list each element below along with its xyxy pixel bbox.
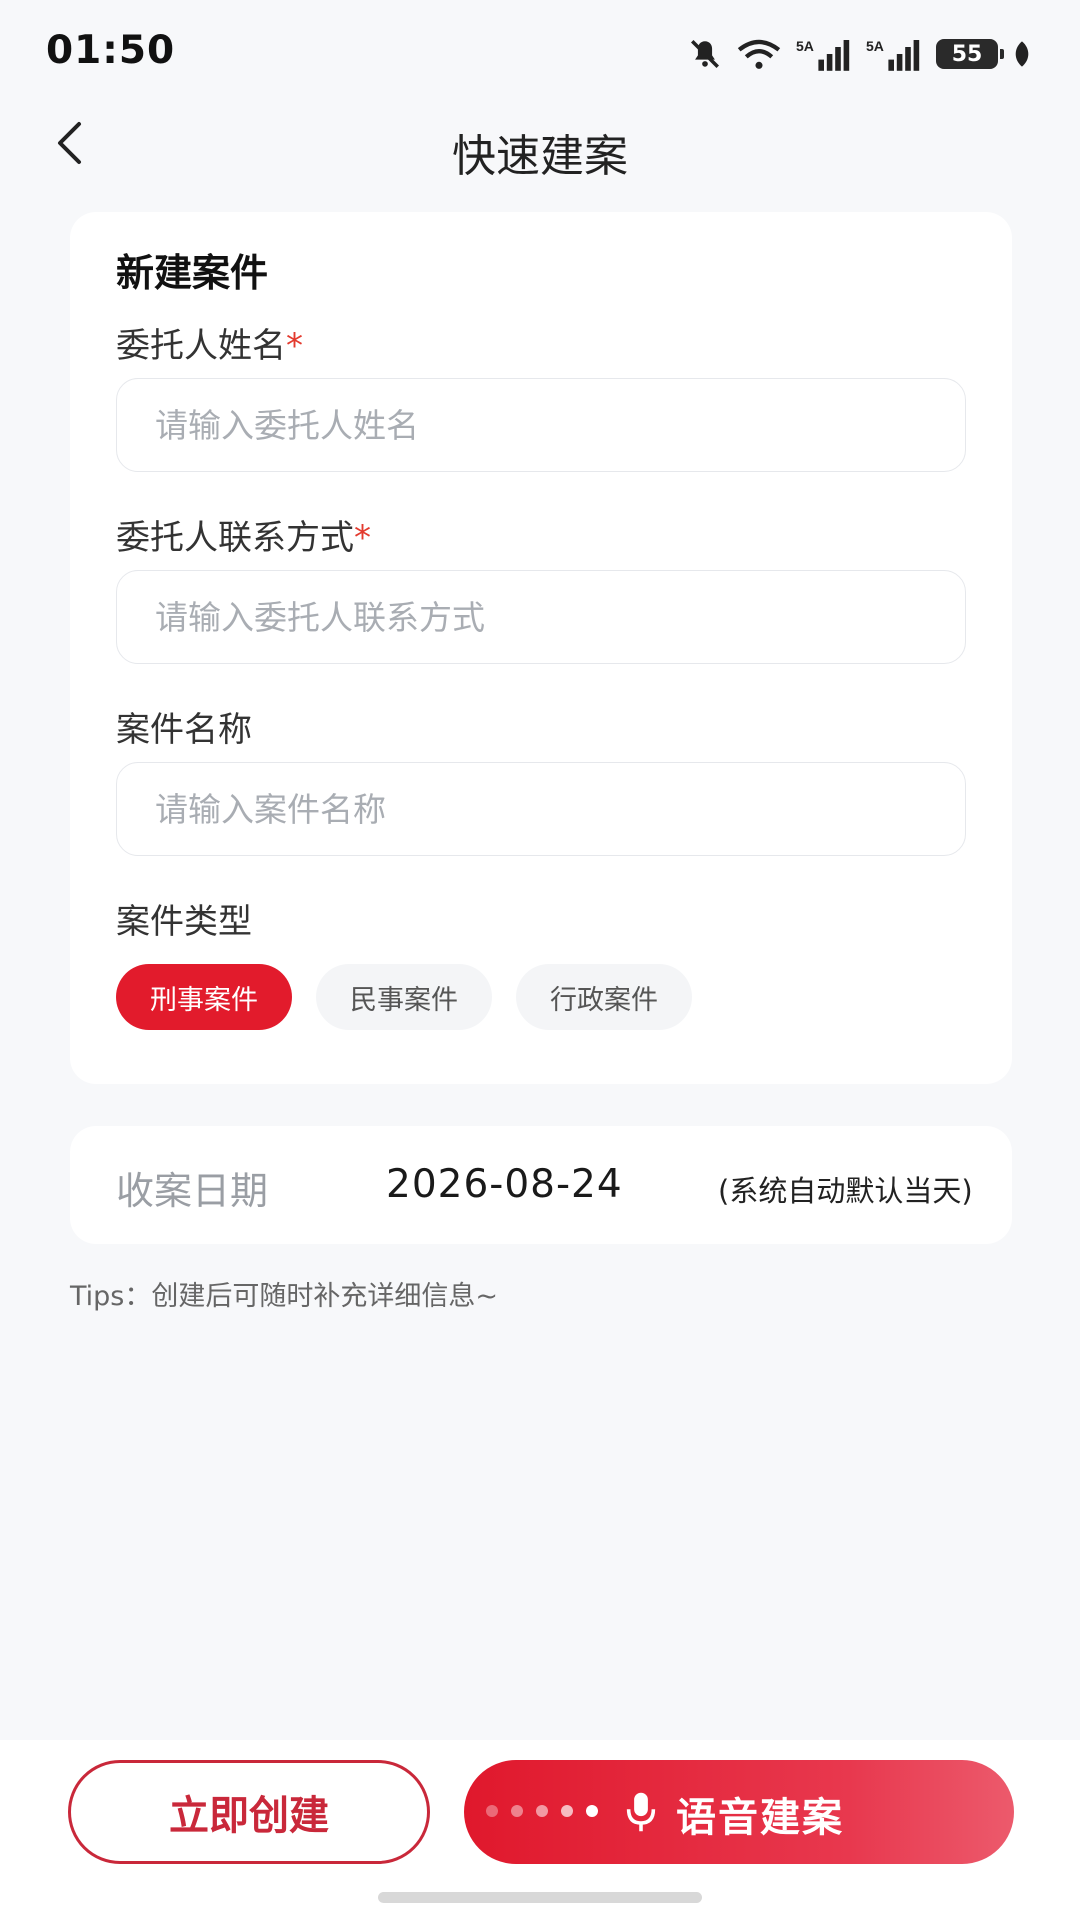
case-type-chips: 刑事案件 民事案件 行政案件 xyxy=(116,964,692,1030)
svg-text:5A: 5A xyxy=(866,38,884,54)
client-name-input[interactable] xyxy=(116,378,966,472)
microphone-icon xyxy=(626,1792,656,1832)
card-title: 新建案件 xyxy=(116,251,269,295)
intake-date-card: 收案日期 2026-08-24 (系统自动默认当天) xyxy=(70,1126,1012,1244)
intake-date-note: (系统自动默认当天) xyxy=(718,1174,973,1208)
client-name-label: 委托人姓名* xyxy=(116,326,303,366)
case-name-input[interactable] xyxy=(116,762,966,856)
wifi-icon xyxy=(737,39,781,69)
new-case-card: 新建案件 委托人姓名* 委托人联系方式* 案件名称 案件类型 刑事案件 民事案件… xyxy=(70,212,1012,1084)
battery-icon: 55 xyxy=(936,39,1004,69)
case-type-chip-administrative[interactable]: 行政案件 xyxy=(516,964,692,1030)
create-now-button[interactable]: 立即创建 xyxy=(68,1760,430,1864)
intake-date-label: 收案日期 xyxy=(116,1169,269,1213)
page-title: 快速建案 xyxy=(452,131,628,182)
signal-5a-icon: 5A xyxy=(796,38,850,71)
wave-dot xyxy=(586,1805,598,1817)
case-name-label: 案件名称 xyxy=(116,710,252,750)
wave-dot xyxy=(561,1805,573,1817)
signal-5a-icon: 5A xyxy=(866,38,920,71)
voice-create-label: 语音建案 xyxy=(676,1795,844,1841)
voice-wave-dots xyxy=(486,1805,598,1817)
voice-create-button[interactable]: 语音建案 xyxy=(464,1760,1014,1864)
case-type-label: 案件类型 xyxy=(116,902,252,942)
tips-text: Tips：创建后可随时补充详细信息~ xyxy=(70,1281,498,1312)
required-mark: * xyxy=(286,326,303,366)
home-indicator[interactable] xyxy=(378,1892,702,1903)
status-icons: 5A 5A 55 xyxy=(688,34,1032,74)
status-time: 01:50 xyxy=(46,28,176,73)
required-mark: * xyxy=(354,518,371,558)
wave-dot xyxy=(511,1805,523,1817)
bell-muted-icon xyxy=(690,39,720,69)
bottom-action-bar: 立即创建 语音建案 xyxy=(0,1740,1080,1920)
case-type-chip-civil[interactable]: 民事案件 xyxy=(316,964,492,1030)
client-contact-label: 委托人联系方式* xyxy=(116,518,371,558)
svg-text:5A: 5A xyxy=(796,38,814,54)
case-type-chip-criminal[interactable]: 刑事案件 xyxy=(116,964,292,1030)
leaf-icon xyxy=(1015,41,1029,67)
wave-dot xyxy=(536,1805,548,1817)
client-contact-input[interactable] xyxy=(116,570,966,664)
status-bar: 01:50 5A 5A 55 xyxy=(0,0,1080,100)
nav-bar: 快速建案 xyxy=(0,100,1080,190)
intake-date-value: 2026-08-24 xyxy=(386,1162,623,1207)
wave-dot xyxy=(486,1805,498,1817)
